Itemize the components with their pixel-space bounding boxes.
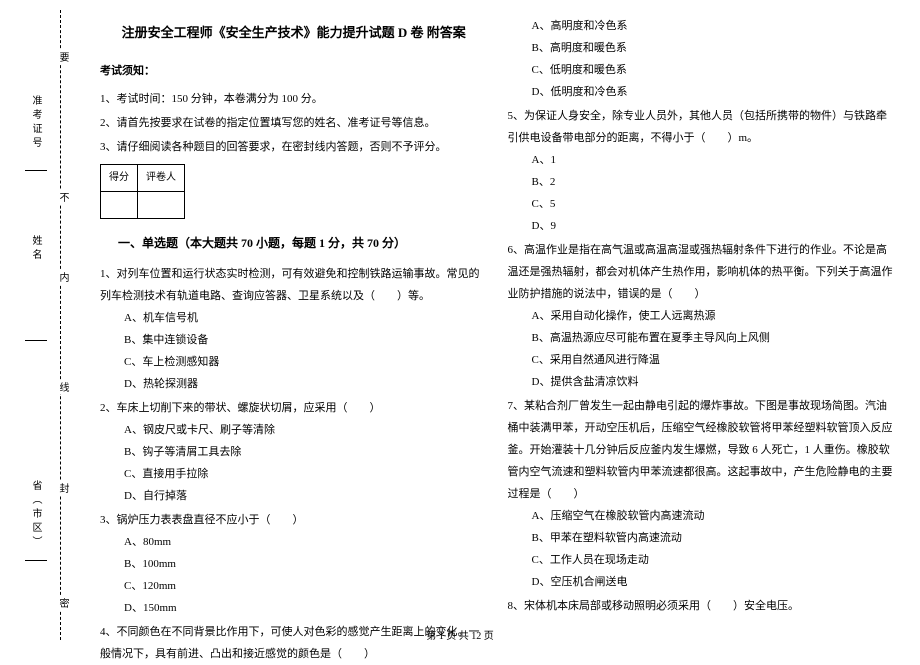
grader-header: 评卷人 <box>138 165 185 192</box>
option: A、1 <box>508 149 896 171</box>
seal-char: 密 <box>55 596 70 610</box>
seal-char: 内 <box>55 270 70 284</box>
seal-dashed-line <box>60 10 61 640</box>
underline <box>25 340 47 341</box>
option: D、空压机合闸送电 <box>508 571 896 593</box>
option: B、100mm <box>100 553 488 575</box>
option: A、高明度和冷色系 <box>508 15 896 37</box>
label-exam-id: 准考证号 <box>28 95 43 151</box>
option: D、提供含盐清凉饮料 <box>508 371 896 393</box>
score-table: 得分 评卷人 <box>100 164 185 219</box>
content-area: 注册安全工程师《安全生产技术》能力提升试题 D 卷 附答案 考试须知： 1、考试… <box>90 15 905 620</box>
question-1: 1、对列车位置和运行状态实时检测，可有效避免和控制铁路运输事故。常见的列车检测技… <box>100 263 488 307</box>
option: D、150mm <box>100 597 488 619</box>
question-3: 3、锅炉压力表表盘直径不应小于（ ） <box>100 509 488 531</box>
underline <box>25 560 47 561</box>
underline <box>25 170 47 171</box>
seal-char: 不 <box>55 190 70 204</box>
exam-title: 注册安全工程师《安全生产技术》能力提升试题 D 卷 附答案 <box>100 20 488 46</box>
option: C、120mm <box>100 575 488 597</box>
question-8: 8、宋体机本床局部或移动照明必须采用（ ）安全电压。 <box>508 595 896 617</box>
exam-page: 准考证号 姓名 省（市区） 要 不 内 线 封 密 注册安全工程师《安全生产技术… <box>0 0 920 650</box>
option: C、直接用手拉除 <box>100 463 488 485</box>
notice-item: 1、考试时间：150 分钟，本卷满分为 100 分。 <box>100 88 488 110</box>
seal-char: 封 <box>55 481 70 495</box>
option: B、集中连锁设备 <box>100 329 488 351</box>
option: D、9 <box>508 215 896 237</box>
option: C、采用自然通风进行降温 <box>508 349 896 371</box>
label-name: 姓名 <box>28 235 43 263</box>
label-province: 省（市区） <box>28 480 43 550</box>
notice-heading: 考试须知： <box>100 60 488 82</box>
seal-char: 要 <box>55 50 70 64</box>
option: A、压缩空气在橡胶软管内高速流动 <box>508 505 896 527</box>
option: C、工作人员在现场走动 <box>508 549 896 571</box>
option: B、钩子等清屑工具去除 <box>100 441 488 463</box>
question-2: 2、车床上切削下来的带状、螺旋状切屑，应采用（ ） <box>100 397 488 419</box>
right-column: A、高明度和冷色系 B、高明度和暖色系 C、低明度和暖色系 D、低明度和冷色系 … <box>498 15 906 620</box>
page-footer: 第 1 页 共 12 页 <box>0 627 920 642</box>
option: B、高明度和暖色系 <box>508 37 896 59</box>
question-7: 7、某粘合剂厂曾发生一起由静电引起的爆炸事故。下图是事故现场简图。汽油桶中装满甲… <box>508 395 896 505</box>
section-row: 得分 评卷人 一、单选题（本大题共 70 小题，每题 1 分，共 70 分） <box>100 158 488 261</box>
left-column: 注册安全工程师《安全生产技术》能力提升试题 D 卷 附答案 考试须知： 1、考试… <box>90 15 498 620</box>
option: B、2 <box>508 171 896 193</box>
grader-cell[interactable] <box>138 192 185 219</box>
score-cell[interactable] <box>101 192 138 219</box>
notice-item: 2、请首先按要求在试卷的指定位置填写您的姓名、准考证号等信息。 <box>100 112 488 134</box>
binding-margin: 准考证号 姓名 省（市区） 要 不 内 线 封 密 <box>0 0 85 650</box>
option: D、自行掉落 <box>100 485 488 507</box>
seal-char: 线 <box>55 380 70 394</box>
option: C、低明度和暖色系 <box>508 59 896 81</box>
score-header: 得分 <box>101 165 138 192</box>
section-1-heading: 一、单选题（本大题共 70 小题，每题 1 分，共 70 分） <box>118 231 406 255</box>
option: B、甲苯在塑料软管内高速流动 <box>508 527 896 549</box>
question-6: 6、高温作业是指在高气温或高温高湿或强热辐射条件下进行的作业。不论是高温还是强热… <box>508 239 896 305</box>
option: D、低明度和冷色系 <box>508 81 896 103</box>
option: D、热轮探测器 <box>100 373 488 395</box>
option: A、机车信号机 <box>100 307 488 329</box>
option: A、80mm <box>100 531 488 553</box>
option: A、钢皮尺或卡尺、刷子等清除 <box>100 419 488 441</box>
option: A、采用自动化操作，使工人远离热源 <box>508 305 896 327</box>
notice-item: 3、请仔细阅读各种题目的回答要求，在密封线内答题，否则不予评分。 <box>100 136 488 158</box>
option: B、高温热源应尽可能布置在夏季主导风向上风侧 <box>508 327 896 349</box>
option: C、车上检测感知器 <box>100 351 488 373</box>
option: C、5 <box>508 193 896 215</box>
question-5: 5、为保证人身安全，除专业人员外，其他人员（包括所携带的物件）与铁路牵引供电设备… <box>508 105 896 149</box>
